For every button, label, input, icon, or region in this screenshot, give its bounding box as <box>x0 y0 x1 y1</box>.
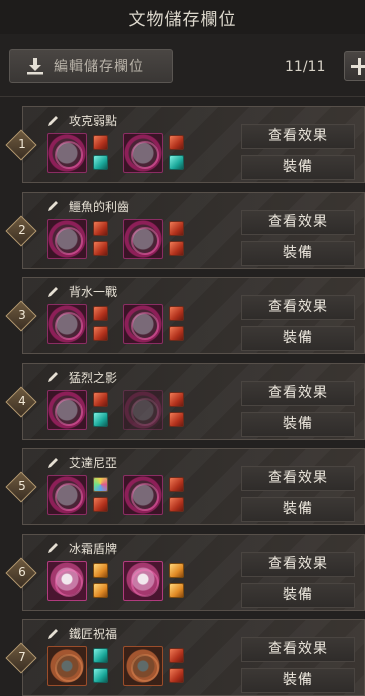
equip-button[interactable]: 裝備 <box>241 240 355 266</box>
artifact-icon[interactable] <box>47 218 87 259</box>
view-effect-button[interactable]: 查看效果 <box>241 637 355 662</box>
slot-name: 鐵匠祝福 <box>69 627 118 641</box>
artifact-icon[interactable] <box>47 475 87 515</box>
slot-number: 5 <box>18 479 26 493</box>
pencil-icon[interactable] <box>47 371 59 383</box>
slot-number: 2 <box>18 222 26 237</box>
rune-gem-icon <box>169 326 184 341</box>
artifact-icon[interactable] <box>123 389 163 430</box>
slot-number: 7 <box>18 650 26 664</box>
artifact-icon[interactable] <box>47 560 87 601</box>
rune-gem-icon <box>93 411 108 427</box>
slot-name: 攻克弱點 <box>69 114 118 128</box>
toolbar: 編輯儲存欄位 11/11 <box>0 34 365 97</box>
artifact-icon[interactable] <box>123 218 163 259</box>
rune-gem-icon <box>93 155 108 170</box>
rune-gem-icon <box>93 391 108 407</box>
rune-gem-icon <box>169 411 184 427</box>
view-effect-button[interactable]: 查看效果 <box>241 295 355 320</box>
view-effect-button[interactable]: 查看效果 <box>241 209 355 235</box>
view-effect-button[interactable]: 查看效果 <box>241 124 355 149</box>
slot-name: 背水一戰 <box>69 285 118 299</box>
slot-number: 6 <box>18 564 26 579</box>
equip-button[interactable]: 裝備 <box>241 155 355 180</box>
equip-button[interactable]: 裝備 <box>241 582 355 608</box>
artifact-icon[interactable] <box>47 304 87 344</box>
rune-gem-icon <box>169 668 184 683</box>
rune-gem-icon <box>93 562 108 578</box>
rune-gem-icon <box>93 648 108 663</box>
slot-name-row[interactable]: 攻克弱點 <box>47 112 117 129</box>
rune-gem-icon <box>169 135 184 150</box>
artifact-slot: 鐵匠祝福查看效果裝備 <box>22 619 365 696</box>
rune-gem-icon <box>93 326 108 341</box>
artifact-slot: 猛烈之影查看效果裝備 <box>22 362 365 440</box>
rune-gem-icon <box>93 668 108 683</box>
artifact-icon[interactable] <box>123 304 163 344</box>
pencil-icon[interactable] <box>47 200 59 212</box>
rune-gem-icon <box>169 220 184 236</box>
rune-gem-icon <box>93 477 108 492</box>
artifact-slot: 艾達尼亞查看效果裝備 <box>22 448 365 525</box>
rune-gem-icon <box>169 240 184 256</box>
edit-storage-button[interactable]: 編輯儲存欄位 <box>9 49 173 83</box>
slot-name: 艾達尼亞 <box>69 456 118 470</box>
equip-button[interactable]: 裝備 <box>241 411 355 437</box>
edit-storage-label: 編輯儲存欄位 <box>54 59 144 75</box>
rune-gem-icon <box>169 391 184 407</box>
slot-number: 4 <box>18 393 26 408</box>
artifact-slot: 攻克弱點查看效果裝備 <box>22 106 365 183</box>
download-icon <box>27 58 43 75</box>
artifact-slot: 鱷魚的利齒查看效果裝備 <box>22 191 365 269</box>
slot-name: 冰霜盾牌 <box>69 541 118 556</box>
equip-button[interactable]: 裝備 <box>241 497 355 522</box>
rune-gem-icon <box>93 135 108 150</box>
artifact-icon[interactable] <box>47 646 87 686</box>
rune-gem-icon <box>169 562 184 578</box>
rune-gem-icon <box>169 582 184 598</box>
slot-name: 猛烈之影 <box>69 370 118 385</box>
artifact-icon[interactable] <box>123 560 163 601</box>
equip-button[interactable]: 裝備 <box>241 668 355 693</box>
slot-name-row[interactable]: 鱷魚的利齒 <box>47 198 129 215</box>
rune-gem-icon <box>93 220 108 236</box>
artifact-slot: 背水一戰查看效果裝備 <box>22 277 365 354</box>
rune-gem-icon <box>93 306 108 321</box>
view-effect-button[interactable]: 查看效果 <box>241 466 355 491</box>
pencil-icon[interactable] <box>47 286 59 298</box>
rune-gem-icon <box>93 240 108 256</box>
view-effect-button[interactable]: 查看效果 <box>241 380 355 406</box>
slot-count: 11/11 <box>285 59 326 75</box>
page-title: 文物儲存欄位 <box>128 9 237 30</box>
slot-name-row[interactable]: 背水一戰 <box>47 283 117 300</box>
artifact-icon[interactable] <box>47 133 87 173</box>
rune-gem-icon <box>93 497 108 512</box>
slot-number: 3 <box>18 308 26 322</box>
view-effect-button[interactable]: 查看效果 <box>241 551 355 577</box>
slot-name-row[interactable]: 猛烈之影 <box>47 369 117 386</box>
rune-gem-icon <box>169 497 184 512</box>
artifact-icon[interactable] <box>47 389 87 430</box>
rune-gem-icon <box>169 306 184 321</box>
rune-gem-icon <box>169 648 184 663</box>
artifact-icon[interactable] <box>123 133 163 173</box>
pencil-icon[interactable] <box>47 115 59 127</box>
slot-name: 鱷魚的利齒 <box>69 199 130 214</box>
slot-number: 1 <box>18 137 26 151</box>
equip-button[interactable]: 裝備 <box>241 326 355 351</box>
artifact-icon[interactable] <box>123 646 163 686</box>
artifact-icon[interactable] <box>123 475 163 515</box>
pencil-icon[interactable] <box>47 457 59 469</box>
slot-name-row[interactable]: 鐵匠祝福 <box>47 625 117 642</box>
rune-gem-icon <box>169 477 184 492</box>
rune-gem-icon <box>169 155 184 170</box>
rune-gem-icon <box>93 582 108 598</box>
slot-name-row[interactable]: 艾達尼亞 <box>47 454 117 471</box>
add-slot-button[interactable] <box>344 51 365 81</box>
slot-name-row[interactable]: 冰霜盾牌 <box>47 540 117 557</box>
pencil-icon[interactable] <box>47 542 59 554</box>
artifact-slot: 冰霜盾牌查看效果裝備 <box>22 533 365 611</box>
pencil-icon[interactable] <box>47 628 59 640</box>
window-header: 文物儲存欄位 <box>0 0 365 34</box>
